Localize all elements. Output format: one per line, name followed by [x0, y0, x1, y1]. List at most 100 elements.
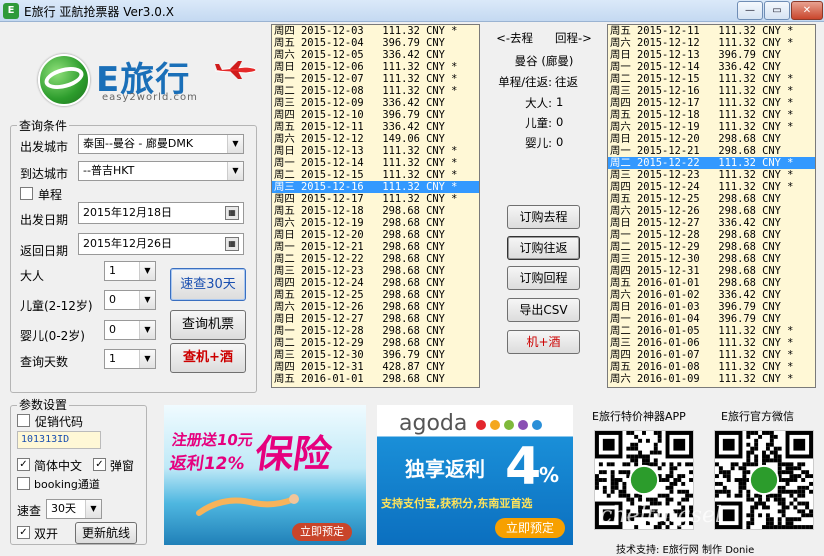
- flight-row[interactable]: 周四 2015-12-24 111.32 CNY *: [608, 181, 815, 193]
- flight-row[interactable]: 周六 2016-01-09 111.32 CNY *: [608, 373, 815, 385]
- from-city-select[interactable]: 泰国--曼谷 - 廊曼DMK ▼: [78, 134, 244, 154]
- chevron-down-icon[interactable]: ▼: [139, 321, 155, 339]
- flight-row[interactable]: 周三 2015-12-09 336.42 CNY: [272, 97, 479, 109]
- flight-row[interactable]: 周四 2015-12-03 111.32 CNY *: [272, 25, 479, 37]
- flight-row[interactable]: 周四 2015-12-31 298.68 CNY: [608, 265, 815, 277]
- flight-row[interactable]: 周五 2015-12-18 111.32 CNY *: [608, 109, 815, 121]
- chevron-down-icon[interactable]: ▼: [139, 291, 155, 309]
- calendar-icon[interactable]: ▦: [225, 206, 239, 220]
- flight-row[interactable]: 周四 2015-12-10 396.79 CNY: [272, 109, 479, 121]
- flight-row[interactable]: 周五 2016-01-01 298.68 CNY: [608, 277, 815, 289]
- flight-row[interactable]: 周一 2015-12-14 111.32 CNY *: [272, 157, 479, 169]
- insurance-ad-banner[interactable]: 注册送10元 返利12% 保险 立即预定: [164, 405, 366, 545]
- speed-select[interactable]: 30天 ▼: [46, 499, 102, 519]
- chevron-down-icon[interactable]: ▼: [227, 162, 243, 180]
- flight-row[interactable]: 周六 2015-12-12 111.32 CNY *: [608, 37, 815, 49]
- simplified-chinese-checkbox[interactable]: ✓: [17, 458, 30, 471]
- flight-row[interactable]: 周六 2015-12-19 111.32 CNY *: [608, 121, 815, 133]
- ad2-book-button[interactable]: 立即预定: [495, 518, 565, 538]
- flight-row[interactable]: 周四 2015-12-31 428.87 CNY: [272, 361, 479, 373]
- flight-row[interactable]: 周五 2015-12-11 111.32 CNY *: [608, 25, 815, 37]
- infant-select[interactable]: 0 ▼: [104, 320, 156, 340]
- ad1-book-button[interactable]: 立即预定: [292, 523, 352, 541]
- calendar-icon[interactable]: ▦: [225, 237, 239, 251]
- return-date-picker[interactable]: 2015年12月26日 ▦: [78, 233, 244, 255]
- flight-row[interactable]: 周五 2016-01-01 298.68 CNY: [272, 373, 479, 385]
- flight-row[interactable]: 周日 2015-12-06 111.32 CNY *: [272, 61, 479, 73]
- booking-channel-checkbox[interactable]: [17, 477, 30, 490]
- flight-row[interactable]: 周二 2015-12-29 298.68 CNY: [608, 241, 815, 253]
- flight-row[interactable]: 周五 2015-12-18 298.68 CNY: [272, 205, 479, 217]
- update-routes-button[interactable]: 更新航线: [75, 522, 137, 544]
- flight-row[interactable]: 周日 2015-12-27 298.68 CNY: [272, 313, 479, 325]
- flight-row[interactable]: 周日 2015-12-20 298.68 CNY: [272, 229, 479, 241]
- flight-row[interactable]: 周日 2015-12-13 111.32 CNY *: [272, 145, 479, 157]
- flight-row[interactable]: 周三 2015-12-23 298.68 CNY: [272, 265, 479, 277]
- flight-row[interactable]: 周三 2016-01-06 111.32 CNY *: [608, 337, 815, 349]
- flight-row[interactable]: 周日 2015-12-20 298.68 CNY: [608, 133, 815, 145]
- chevron-down-icon[interactable]: ▼: [227, 135, 243, 153]
- minimize-button[interactable]: —: [737, 1, 763, 20]
- flight-row[interactable]: 周一 2015-12-14 336.42 CNY: [608, 61, 815, 73]
- search-30days-button[interactable]: 速查30天: [170, 268, 246, 301]
- book-outbound-button[interactable]: 订购去程: [507, 205, 580, 229]
- flight-row[interactable]: 周二 2015-12-22 298.68 CNY: [272, 253, 479, 265]
- flight-row[interactable]: 周四 2015-12-24 298.68 CNY: [272, 277, 479, 289]
- flight-row[interactable]: 周二 2015-12-29 298.68 CNY: [272, 337, 479, 349]
- flight-row[interactable]: 周四 2016-01-07 111.32 CNY *: [608, 349, 815, 361]
- flight-row[interactable]: 周三 2015-12-30 298.68 CNY: [608, 253, 815, 265]
- flight-row[interactable]: 周三 2015-12-16 111.32 CNY *: [272, 181, 479, 193]
- search-flight-hotel-button[interactable]: 查机+酒: [170, 343, 246, 373]
- flight-row[interactable]: 周三 2015-12-16 111.32 CNY *: [608, 85, 815, 97]
- outbound-flight-list[interactable]: 周四 2015-12-03 111.32 CNY * 周五 2015-12-04 …: [271, 24, 480, 388]
- to-city-select[interactable]: --普吉HKT ▼: [78, 161, 244, 181]
- flight-row[interactable]: 周一 2016-01-04 396.79 CNY: [608, 313, 815, 325]
- flight-row[interactable]: 周二 2015-12-08 111.32 CNY *: [272, 85, 479, 97]
- adult-select[interactable]: 1 ▼: [104, 261, 156, 281]
- flight-row[interactable]: 周六 2015-12-26 298.68 CNY: [272, 301, 479, 313]
- promo-code-input[interactable]: 101313ID: [17, 431, 101, 449]
- flight-row[interactable]: 周六 2016-01-02 336.42 CNY: [608, 289, 815, 301]
- flight-row[interactable]: 周一 2015-12-07 111.32 CNY *: [272, 73, 479, 85]
- flight-row[interactable]: 周日 2016-01-03 396.79 CNY: [608, 301, 815, 313]
- flight-row[interactable]: 周五 2015-12-25 298.68 CNY: [608, 193, 815, 205]
- promo-checkbox[interactable]: [17, 414, 30, 427]
- chevron-down-icon[interactable]: ▼: [139, 350, 155, 368]
- export-csv-button[interactable]: 导出CSV: [507, 298, 580, 322]
- flight-row[interactable]: 周三 2015-12-23 111.32 CNY *: [608, 169, 815, 181]
- flight-row[interactable]: 周一 2015-12-21 298.68 CNY: [608, 145, 815, 157]
- flight-row[interactable]: 周一 2015-12-21 298.68 CNY: [272, 241, 479, 253]
- flight-row[interactable]: 周五 2015-12-11 336.42 CNY: [272, 121, 479, 133]
- book-return-button[interactable]: 订购回程: [507, 266, 580, 290]
- title-bar[interactable]: E E旅行 亚航抢票器 Ver3.0.X — ▭ ✕: [0, 0, 824, 22]
- popup-checkbox[interactable]: ✓: [93, 458, 106, 471]
- flight-row[interactable]: 周一 2015-12-28 298.68 CNY: [272, 325, 479, 337]
- flight-row[interactable]: 周五 2015-12-25 298.68 CNY: [272, 289, 479, 301]
- child-select[interactable]: 0 ▼: [104, 290, 156, 310]
- flight-row[interactable]: 周四 2015-12-17 111.32 CNY *: [272, 193, 479, 205]
- search-tickets-button[interactable]: 查询机票: [170, 310, 246, 340]
- depart-date-picker[interactable]: 2015年12月18日 ▦: [78, 202, 244, 224]
- book-roundtrip-button[interactable]: 订购往返: [507, 236, 580, 260]
- chevron-down-icon[interactable]: ▼: [85, 500, 101, 518]
- flight-row[interactable]: 周二 2016-01-05 111.32 CNY *: [608, 325, 815, 337]
- flight-row[interactable]: 周五 2016-01-08 111.32 CNY *: [608, 361, 815, 373]
- flight-row[interactable]: 周六 2015-12-05 336.42 CNY: [272, 49, 479, 61]
- flight-row[interactable]: 周二 2015-12-22 111.32 CNY *: [608, 157, 815, 169]
- agoda-ad-banner[interactable]: agoda 独享返利 4 % 支持支付宝,获积分,东南亚首选 立即预定: [377, 405, 573, 545]
- return-flight-list[interactable]: 周五 2015-12-11 111.32 CNY * 周六 2015-12-12 …: [607, 24, 816, 388]
- flight-row[interactable]: 周六 2015-12-19 298.68 CNY: [272, 217, 479, 229]
- flight-row[interactable]: 周日 2015-12-13 396.79 CNY: [608, 49, 815, 61]
- flight-row[interactable]: 周五 2015-12-04 396.79 CNY: [272, 37, 479, 49]
- close-button[interactable]: ✕: [791, 1, 823, 20]
- flight-row[interactable]: 周四 2015-12-17 111.32 CNY *: [608, 97, 815, 109]
- flight-row[interactable]: 周二 2015-12-15 111.32 CNY *: [272, 169, 479, 181]
- chevron-down-icon[interactable]: ▼: [139, 262, 155, 280]
- flight-hotel-button[interactable]: 机+酒: [507, 330, 580, 354]
- flight-row[interactable]: 周一 2015-12-28 298.68 CNY: [608, 229, 815, 241]
- flight-row[interactable]: 周六 2015-12-12 149.06 CNY: [272, 133, 479, 145]
- dual-open-checkbox[interactable]: ✓: [17, 526, 30, 539]
- flight-row[interactable]: 周二 2015-12-15 111.32 CNY *: [608, 73, 815, 85]
- flight-row[interactable]: 周日 2015-12-27 336.42 CNY: [608, 217, 815, 229]
- flight-row[interactable]: 周六 2015-12-26 298.68 CNY: [608, 205, 815, 217]
